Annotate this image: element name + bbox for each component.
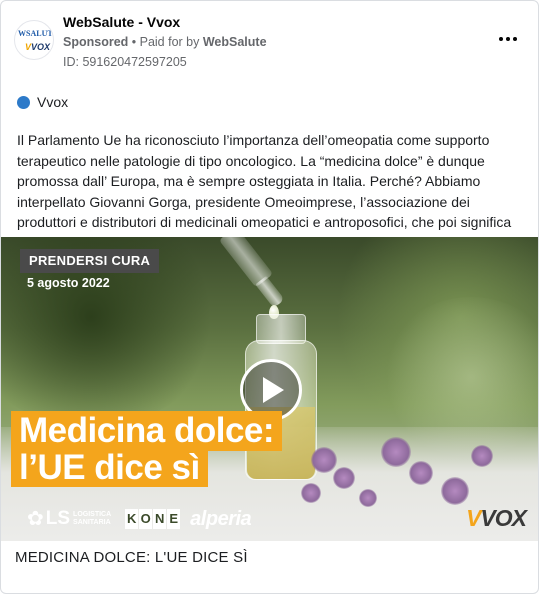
video-date: 5 agosto 2022 [27,276,110,290]
alperia-logo: alperia [190,507,252,530]
ad-video[interactable]: PRENDERSI CURA 5 agosto 2022 Medicina do… [1,237,538,541]
logistica-sanitaria-logo: ✿ LS LOGISTICA SANITARIA [27,508,112,530]
flowers-image [241,417,538,517]
video-tag: PRENDERSI CURA [20,249,160,273]
more-options-icon[interactable] [496,29,520,49]
headline-line-2: l’UE dice sì [11,449,208,487]
headline-line-1: Medicina dolce: [11,411,283,451]
vvox-logo: VVOX [466,505,527,531]
platform-label: Vvox [37,94,69,110]
video-caption[interactable]: MEDICINA DOLCE: L'UE DICE SÌ [15,549,248,566]
page-avatar[interactable]: WSALUTE VVOX [14,20,54,60]
platform-row: Vvox [17,92,68,112]
sponsored-line: Sponsored • Paid for by WebSalute [63,35,267,49]
paid-for-prefix: • Paid for by [128,35,203,49]
ad-header: WSALUTE VVOX WebSalute - Vvox Sponsored … [1,1,538,81]
kone-logo: KONE [125,509,181,529]
platform-dot-icon [17,95,30,109]
avatar-text-top: WSALUTE [18,29,53,38]
ad-card: WSALUTE VVOX WebSalute - Vvox Sponsored … [0,0,539,594]
sponsor-logos: ✿ LS LOGISTICA SANITARIA KONE alperia [27,506,252,532]
ad-id: ID: 591620472597205 [63,55,187,69]
paid-for-name: WebSalute [202,35,267,49]
ad-body-text: Il Parlamento Ue ha riconosciuto l’impor… [17,132,512,251]
avatar-text-bottom: VVOX [25,42,51,52]
page-name[interactable]: WebSalute - Vvox [63,14,180,30]
sponsored-label: Sponsored [63,35,129,49]
